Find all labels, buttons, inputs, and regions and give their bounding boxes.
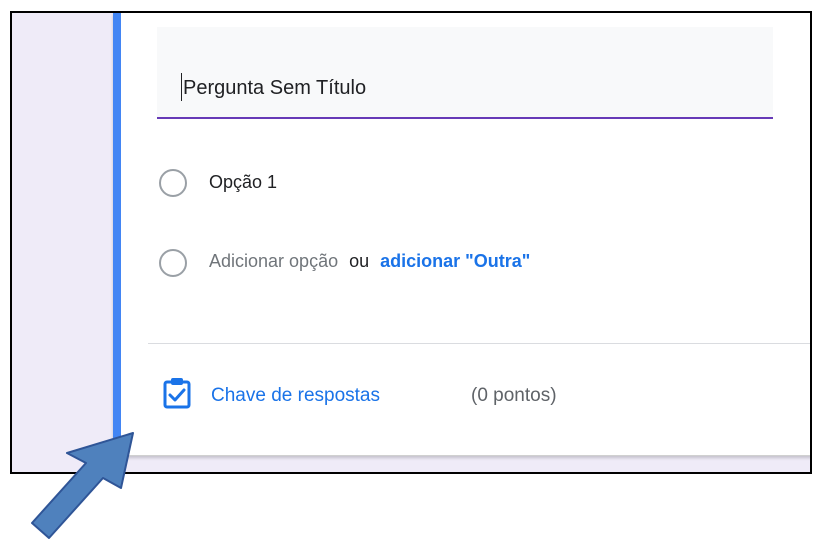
question-title-field[interactable]: Pergunta Sem Título	[157, 27, 773, 119]
arrow-icon	[31, 432, 134, 539]
footer-divider	[148, 343, 810, 344]
active-question-indicator	[113, 13, 121, 455]
question-title-text: Pergunta Sem Título	[183, 77, 367, 99]
option-1-label[interactable]: Opção 1	[209, 172, 277, 193]
screenshot-frame: Pergunta Sem Título Opção 1 Adicionar op…	[10, 11, 812, 474]
text-cursor	[181, 73, 182, 101]
add-other-link[interactable]: adicionar "Outra"	[380, 251, 530, 271]
add-option-input[interactable]: Adicionar opção	[209, 251, 338, 271]
points-label: (0 pontos)	[471, 385, 557, 406]
clipboard-check-icon[interactable]	[163, 377, 191, 409]
question-card: Pergunta Sem Título Opção 1 Adicionar op…	[113, 13, 810, 456]
add-option-row: Adicionar opção ou adicionar "Outra"	[209, 251, 530, 272]
or-text: ou	[349, 251, 370, 271]
answer-key-link[interactable]: Chave de respostas	[211, 385, 380, 407]
add-option-radio	[159, 249, 187, 277]
option-1-radio[interactable]	[159, 169, 187, 197]
